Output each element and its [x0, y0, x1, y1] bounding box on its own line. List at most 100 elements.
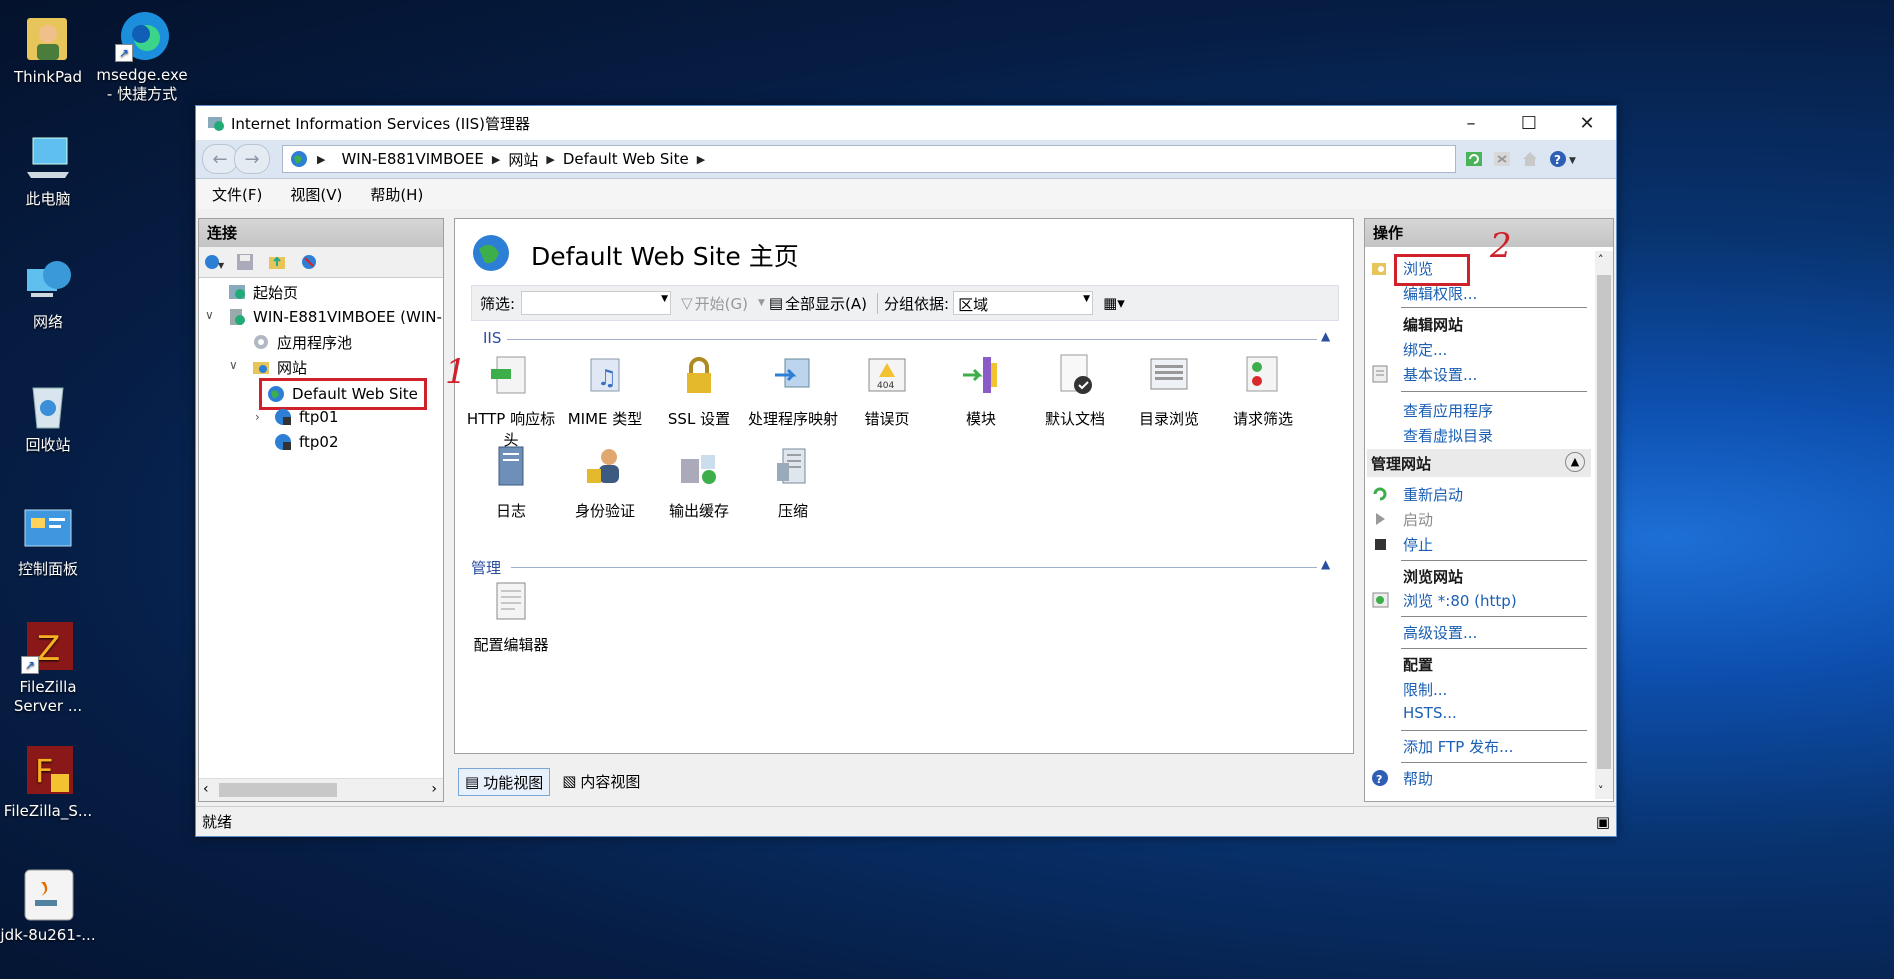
maximize-button[interactable]: ☐: [1500, 106, 1558, 140]
recycle-bin-icon: [21, 378, 75, 432]
action-help[interactable]: 帮助: [1403, 768, 1433, 789]
action-edit-permissions[interactable]: 编辑权限...: [1403, 283, 1477, 304]
desktop-icon-this-pc[interactable]: 此电脑: [0, 132, 96, 209]
menu-file[interactable]: 文件(F): [200, 184, 274, 205]
feature-mime-types[interactable]: ♫ MIME 类型: [557, 353, 653, 430]
tree-item-app-pools[interactable]: 应用程序池: [251, 330, 352, 354]
feature-modules[interactable]: 模块: [933, 353, 1029, 430]
feature-handler-mappings[interactable]: 处理程序映射: [745, 353, 841, 430]
start-filter-button[interactable]: 开始(G): [695, 293, 748, 314]
breadcrumb-sites[interactable]: 网站: [508, 149, 538, 170]
tab-features-view[interactable]: ▤ 功能视图: [458, 768, 551, 796]
scroll-right-icon[interactable]: ›: [431, 781, 437, 797]
computer-icon: [21, 132, 75, 186]
expand-chevron-icon[interactable]: ›: [255, 410, 260, 424]
collapse-up-icon[interactable]: ▲: [1321, 557, 1330, 571]
dropdown-arrow-icon[interactable]: ▼: [661, 294, 668, 304]
action-separator: [1401, 730, 1587, 731]
feature-http-response-headers[interactable]: HTTP 响应标头: [463, 353, 559, 451]
desktop-icon-msedge[interactable]: ↗ msedge.exe - 快捷方式: [94, 8, 190, 104]
help-dropdown-icon[interactable]: ? ▼: [1548, 149, 1578, 169]
tree-item-ftp02[interactable]: ftp02: [273, 430, 339, 454]
stop-icon[interactable]: [1492, 149, 1512, 169]
connect-globe-icon[interactable]: ▼: [203, 252, 225, 272]
action-basic-settings[interactable]: 基本设置...: [1403, 364, 1477, 385]
status-network-icon: ▣: [1595, 813, 1610, 831]
menu-help[interactable]: 帮助(H): [358, 184, 435, 205]
action-add-ftp-publishing[interactable]: 添加 FTP 发布...: [1403, 736, 1513, 757]
feature-error-pages[interactable]: 404 错误页: [839, 353, 935, 430]
show-all-button[interactable]: 全部显示(A): [785, 293, 867, 314]
horizontal-scrollbar[interactable]: ‹ ›: [199, 778, 443, 801]
collapse-chevron-icon[interactable]: ∨: [205, 308, 214, 322]
action-start[interactable]: 启动: [1403, 509, 1433, 530]
scroll-down-icon[interactable]: ˅: [1598, 784, 1604, 797]
status-bar: 就绪 ▣: [196, 806, 1616, 836]
action-bindings[interactable]: 绑定...: [1403, 339, 1447, 360]
feature-directory-browsing[interactable]: 目录浏览: [1121, 353, 1217, 430]
connections-panel: 连接 ▼ 起始页 ∨ WIN-E881VIMBOEE (WIN- 应用程序池 ∨: [198, 218, 444, 802]
save-icon[interactable]: [235, 252, 257, 272]
feature-request-filtering[interactable]: 请求筛选: [1215, 353, 1311, 430]
collapse-chevron-icon[interactable]: ∨: [229, 358, 238, 372]
desktop-icon-filezilla-server[interactable]: Z ↗ FileZilla Server ...: [0, 620, 96, 716]
actions-panel: 操作 浏览 编辑权限... 编辑网站 绑定... 基本设置... 查看应用程序 …: [1364, 218, 1614, 802]
action-limits[interactable]: 限制...: [1403, 679, 1447, 700]
back-button[interactable]: ←: [202, 144, 238, 174]
collapse-section-icon[interactable]: ▲: [1565, 452, 1585, 472]
dropdown-arrow-icon[interactable]: ▼: [1083, 294, 1090, 304]
minimize-button[interactable]: –: [1442, 106, 1500, 140]
breadcrumb-default-site[interactable]: Default Web Site: [563, 150, 689, 168]
desktop-icon-recycle-bin[interactable]: 回收站: [0, 378, 96, 455]
menu-view[interactable]: 视图(V): [278, 184, 354, 205]
scrollbar-thumb[interactable]: [219, 783, 337, 797]
action-browse-http-80[interactable]: 浏览 *:80 (http): [1403, 590, 1517, 611]
view-mode-icon[interactable]: ▦▾: [1103, 294, 1125, 312]
refresh-icon[interactable]: [1464, 149, 1484, 169]
action-view-virtual-directories[interactable]: 查看虚拟目录: [1403, 425, 1493, 446]
status-text: 就绪: [202, 813, 233, 831]
address-bar[interactable]: ▶ WIN-E881VIMBOEE ▶ 网站 ▶ Default Web Sit…: [282, 145, 1456, 173]
desktop-icon-network[interactable]: 网络: [0, 255, 96, 332]
tree-item-sites[interactable]: 网站: [251, 355, 307, 379]
close-button[interactable]: ✕: [1558, 106, 1616, 140]
action-restart[interactable]: 重新启动: [1403, 484, 1463, 505]
tree-item-ftp01[interactable]: ftp01: [273, 405, 339, 429]
scrollbar-thumb[interactable]: [1597, 275, 1611, 769]
feature-configuration-editor[interactable]: 配置编辑器: [463, 579, 559, 656]
desktop-icon-control-panel[interactable]: 控制面板: [0, 502, 96, 579]
group-by-select[interactable]: 区域 ▼: [953, 291, 1094, 315]
desktop-icon-thinkpad[interactable]: ThinkPad: [0, 10, 96, 87]
vertical-scrollbar[interactable]: ˄ ˅: [1595, 251, 1613, 799]
tree-item-server[interactable]: WIN-E881VIMBOEE (WIN-: [227, 305, 442, 329]
disconnect-icon[interactable]: [299, 252, 321, 272]
breadcrumb-server[interactable]: WIN-E881VIMBOEE: [341, 150, 483, 168]
collapse-up-icon[interactable]: ▲: [1321, 329, 1330, 343]
feature-logging[interactable]: 日志: [463, 445, 559, 522]
feature-ssl-settings[interactable]: SSL 设置: [651, 353, 747, 430]
group-header-iis[interactable]: IIS: [483, 329, 501, 347]
feature-compression[interactable]: 压缩: [745, 445, 841, 522]
funnel-icon: ▽: [681, 294, 693, 312]
title-bar[interactable]: Internet Information Services (IIS)管理器 –…: [196, 106, 1616, 140]
desktop-icon-filezilla-setup[interactable]: F FileZilla_S...: [0, 744, 96, 821]
feature-default-document[interactable]: 默认文档: [1027, 353, 1123, 430]
action-advanced-settings[interactable]: 高级设置...: [1403, 622, 1477, 643]
tree-item-start-page[interactable]: 起始页: [227, 280, 298, 304]
filter-input[interactable]: ▼: [521, 291, 672, 315]
scroll-left-icon[interactable]: ‹: [203, 781, 209, 797]
action-stop[interactable]: 停止: [1403, 534, 1433, 555]
desktop-icon-jdk[interactable]: jdk-8u261-...: [0, 868, 96, 945]
home-icon[interactable]: [1520, 149, 1540, 169]
scroll-up-icon[interactable]: ˄: [1598, 253, 1604, 266]
group-header-management[interactable]: 管理: [471, 557, 501, 578]
tab-content-view[interactable]: ▧ 内容视图: [556, 768, 646, 794]
dropdown-arrow-icon[interactable]: ▼: [758, 298, 765, 308]
feature-output-caching[interactable]: 输出缓存: [651, 445, 747, 522]
action-view-applications[interactable]: 查看应用程序: [1403, 400, 1493, 421]
forward-button[interactable]: →: [234, 144, 270, 174]
ssl-lock-icon: [687, 357, 711, 393]
action-hsts[interactable]: HSTS...: [1403, 704, 1457, 722]
up-folder-icon[interactable]: [267, 252, 289, 272]
feature-authentication[interactable]: 身份验证: [557, 445, 653, 522]
